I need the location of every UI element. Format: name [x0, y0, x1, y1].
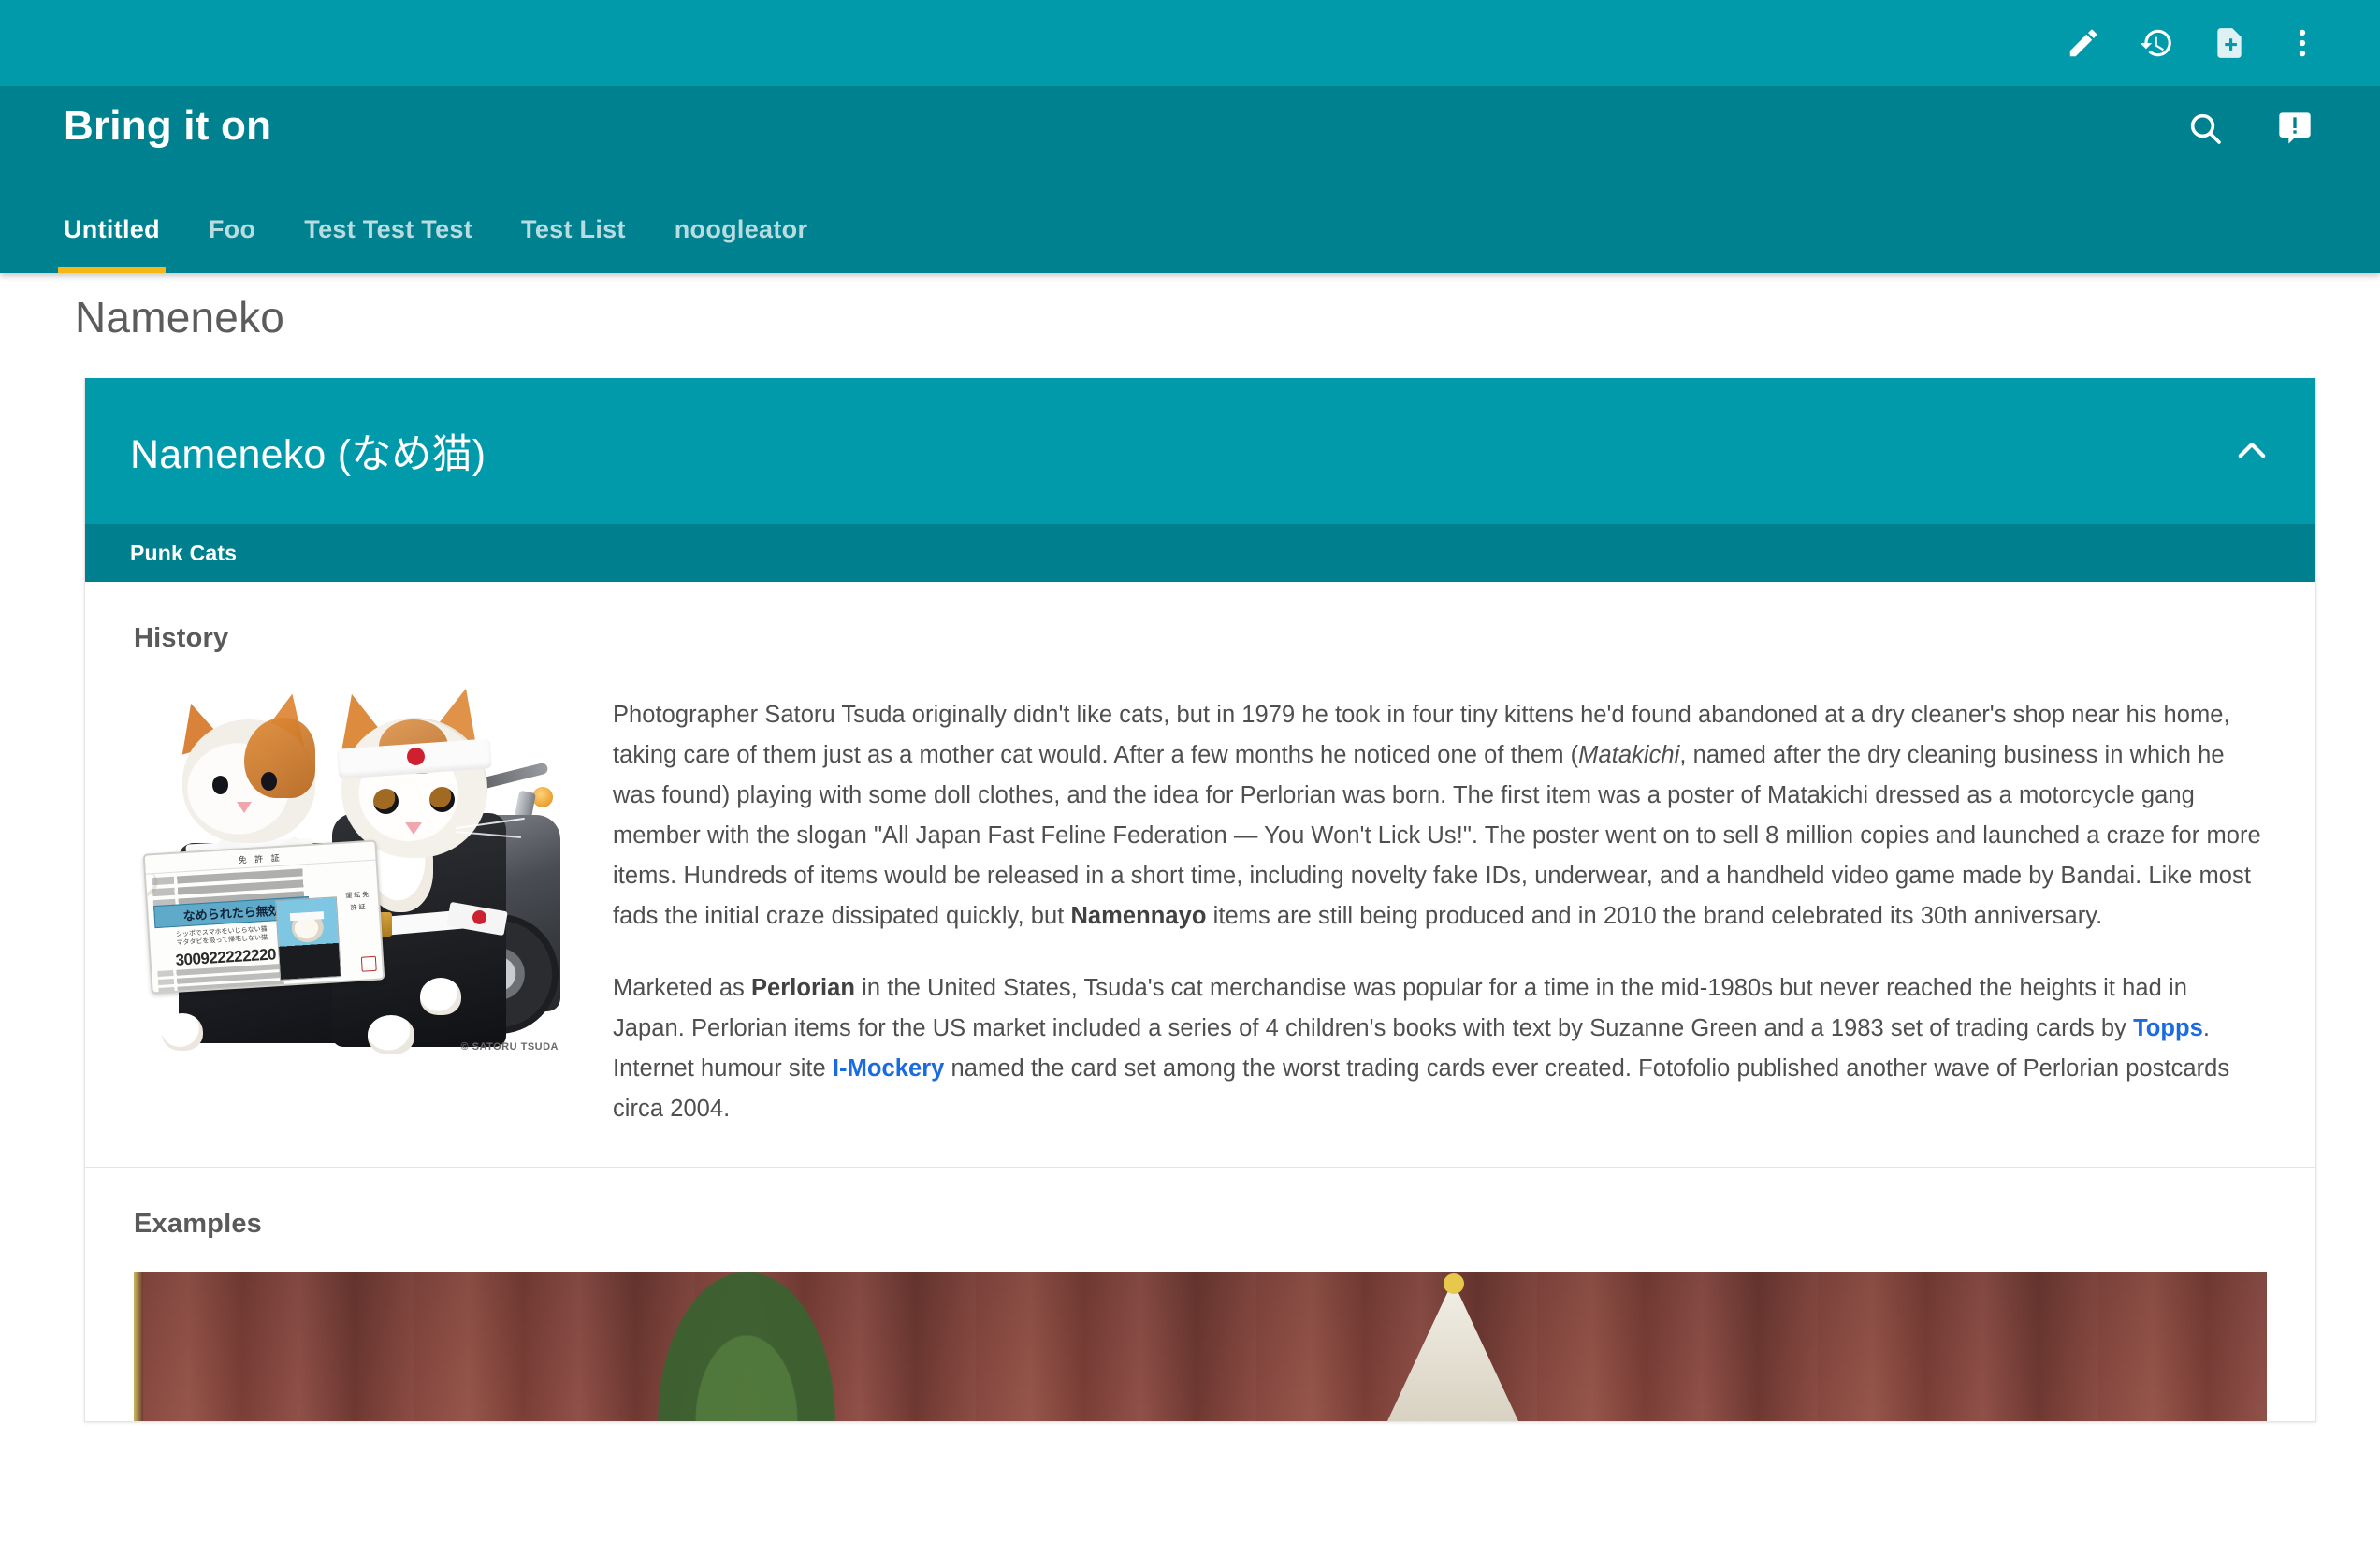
front-cat-paw-lower	[368, 1015, 414, 1054]
history-figure: 免 許 証 なめられたら無効 シッポでスマホをいじらない猫 マタタビを吸って帰宅…	[134, 686, 564, 1060]
top-toolbar	[0, 0, 2380, 86]
section-history: History 免 許 証 なめられたら無効 シッポでスマホをいじらない猫 マタ…	[85, 582, 2315, 1167]
p1-part3: items are still being produced and in 20…	[1206, 903, 2103, 929]
appbar-actions	[2176, 99, 2324, 157]
p2-bold-perlorian: Perlorian	[751, 975, 855, 1001]
front-cat-eye-right	[429, 787, 455, 812]
front-cat-armband-dot	[472, 910, 486, 924]
history-paragraph-2: Marketed as Perlorian in the United Stat…	[613, 968, 2261, 1129]
photo-credit: © SATORU TSUDA	[460, 1041, 559, 1053]
history-text: Photographer Satoru Tsuda originally did…	[613, 686, 2267, 1129]
more-options-icon[interactable]	[2266, 7, 2339, 80]
examples-image	[134, 1272, 2267, 1421]
tab-test-list[interactable]: Test List	[497, 185, 650, 273]
history-icon[interactable]	[2120, 7, 2193, 80]
tab-label: Untitled	[64, 214, 160, 243]
card-body: History 免 許 証 なめられたら無効 シッポでスマホをいじらない猫 マタ…	[85, 582, 2315, 1421]
section-examples: Examples	[85, 1168, 2315, 1240]
link-topps[interactable]: Topps	[2133, 1015, 2203, 1041]
history-paragraph-1: Photographer Satoru Tsuda originally did…	[613, 695, 2261, 937]
license-seal	[360, 955, 377, 972]
section-heading-history: History	[134, 623, 229, 653]
feedback-icon[interactable]	[2266, 99, 2324, 157]
examples-cone-hat	[1387, 1281, 1518, 1421]
p1-part2: , named after the dry cleaning business …	[613, 742, 2261, 929]
examples-plant	[658, 1272, 835, 1421]
front-cat-paw-upper	[420, 978, 461, 1015]
new-document-icon[interactable]	[2193, 7, 2266, 80]
front-cat-eye-left	[373, 789, 399, 814]
back-cat-eye-right	[261, 772, 277, 791]
back-cat-fur-patch	[244, 718, 315, 798]
tab-label: Test Test Test	[304, 214, 473, 243]
tab-bar: Untitled Foo Test Test Test Test List no…	[0, 185, 832, 273]
p1-bold-namennayo: Namennayo	[1070, 903, 1207, 929]
tab-label: noogleator	[674, 214, 808, 243]
card-header: Nameneko (なめ猫)	[85, 378, 2315, 524]
fake-license-card: 免 許 証 なめられたら無効 シッポでスマホをいじらない猫 マタタビを吸って帰宅…	[142, 839, 385, 995]
p1-italic-matakichi: Matakichi	[1578, 742, 1680, 768]
motorcycle-blinker-right	[532, 787, 553, 807]
app-bar: Bring it on Untitled Foo Test Test Test	[0, 86, 2380, 273]
link-i-mockery[interactable]: I-Mockery	[833, 1055, 945, 1082]
app-title: Bring it on	[64, 103, 272, 149]
section-heading-examples: Examples	[134, 1209, 263, 1239]
tab-noogleator[interactable]: noogleator	[650, 185, 833, 273]
p2-part1: Marketed as	[613, 975, 751, 1001]
nameneko-photo: 免 許 証 なめられたら無効 シッポでスマホをいじらない猫 マタタビを吸って帰宅…	[134, 686, 564, 1060]
page-title: Nameneko	[75, 293, 285, 342]
examples-cone-tip	[1444, 1273, 1464, 1294]
page-content: Nameneko Nameneko (なめ猫) Punk Cats Histor…	[0, 273, 2380, 1555]
content-card: Nameneko (なめ猫) Punk Cats History 免 許 証 な…	[84, 378, 2316, 1422]
tab-label: Foo	[208, 214, 256, 243]
license-side-text: 運 転 免 許 証	[345, 892, 370, 912]
back-cat-paw	[162, 1013, 203, 1051]
card-title: Nameneko (なめ猫)	[130, 432, 486, 477]
card-subtitle-bar: Punk Cats	[85, 524, 2315, 582]
card-subtitle: Punk Cats	[130, 540, 238, 565]
tab-test-test-test[interactable]: Test Test Test	[280, 185, 497, 273]
license-blue-text: なめられたら無効	[182, 903, 282, 923]
front-cat-headband-dot	[407, 748, 425, 765]
tab-label: Test List	[521, 214, 626, 243]
history-row: 免 許 証 なめられたら無効 シッポでスマホをいじらない猫 マタタビを吸って帰宅…	[134, 686, 2267, 1129]
back-cat-eye-left	[212, 776, 228, 794]
license-portrait	[274, 896, 342, 981]
chevron-up-icon[interactable]	[2222, 421, 2282, 481]
license-top-label: 免 許 証	[238, 852, 283, 865]
edit-icon[interactable]	[2047, 7, 2120, 80]
tab-untitled[interactable]: Untitled	[39, 185, 184, 273]
tab-foo[interactable]: Foo	[184, 185, 280, 273]
license-top-strip: 免 許 証	[144, 841, 376, 875]
examples-image-edge	[134, 1272, 143, 1421]
search-icon[interactable]	[2176, 99, 2234, 157]
